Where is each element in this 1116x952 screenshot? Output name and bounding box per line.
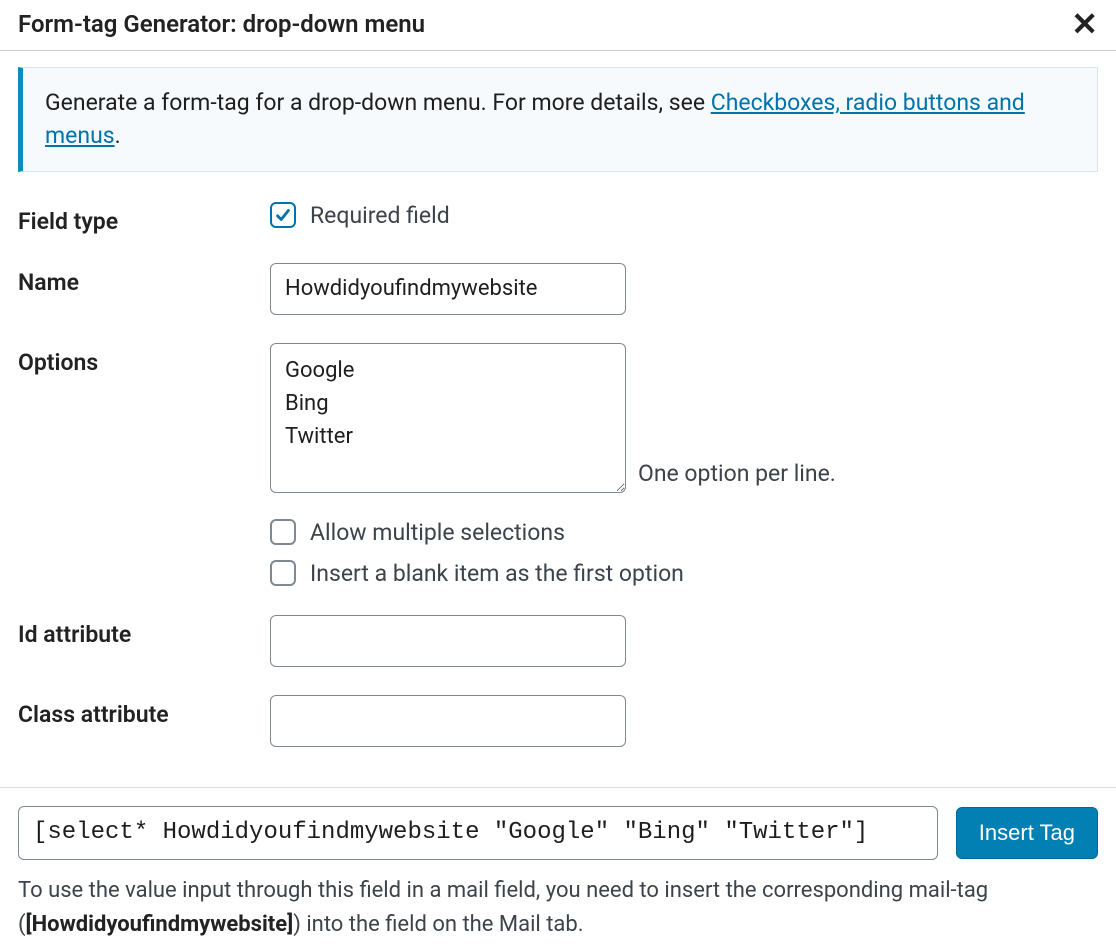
required-checkbox[interactable]	[270, 202, 296, 228]
allow-multiple-label: Allow multiple selections	[310, 519, 565, 546]
row-id-attribute: Id attribute	[18, 615, 1098, 667]
insert-blank-label: Insert a blank item as the first option	[310, 560, 684, 587]
footer-help-text: To use the value input through this fiel…	[18, 874, 1098, 952]
info-notice: Generate a form-tag for a drop-down menu…	[18, 67, 1098, 172]
notice-text-prefix: Generate a form-tag for a drop-down menu…	[45, 89, 711, 116]
footer-mail-tag: [Howdidyoufindmywebsite]	[26, 912, 294, 937]
dialog-header: Form-tag Generator: drop-down menu ✕	[0, 0, 1116, 51]
required-checkbox-label: Required field	[310, 202, 450, 229]
id-attribute-input[interactable]	[270, 615, 626, 667]
dialog-title: Form-tag Generator: drop-down menu	[18, 10, 425, 38]
notice-text-suffix: .	[115, 122, 121, 149]
label-id-attribute: Id attribute	[18, 615, 270, 648]
label-class-attribute: Class attribute	[18, 695, 270, 728]
form-body: Field type Required field Name Options O…	[0, 202, 1116, 787]
row-options: Options One option per line. Allow multi…	[18, 343, 1098, 587]
label-field-type: Field type	[18, 202, 270, 235]
insert-blank-checkbox[interactable]	[270, 560, 296, 586]
row-name: Name	[18, 263, 1098, 315]
generated-tag-output[interactable]	[18, 806, 938, 860]
label-options: Options	[18, 343, 270, 376]
close-icon[interactable]: ✕	[1071, 8, 1098, 40]
footer-help-suffix: ) into the field on the Mail tab.	[293, 912, 583, 937]
row-field-type: Field type Required field	[18, 202, 1098, 235]
row-class-attribute: Class attribute	[18, 695, 1098, 747]
dialog-footer: Insert Tag To use the value input throug…	[0, 787, 1116, 952]
options-textarea[interactable]	[270, 343, 626, 493]
insert-tag-button[interactable]: Insert Tag	[956, 807, 1098, 859]
allow-multiple-checkbox[interactable]	[270, 519, 296, 545]
class-attribute-input[interactable]	[270, 695, 626, 747]
options-hint: One option per line.	[638, 460, 836, 493]
name-input[interactable]	[270, 263, 626, 315]
label-name: Name	[18, 263, 270, 296]
